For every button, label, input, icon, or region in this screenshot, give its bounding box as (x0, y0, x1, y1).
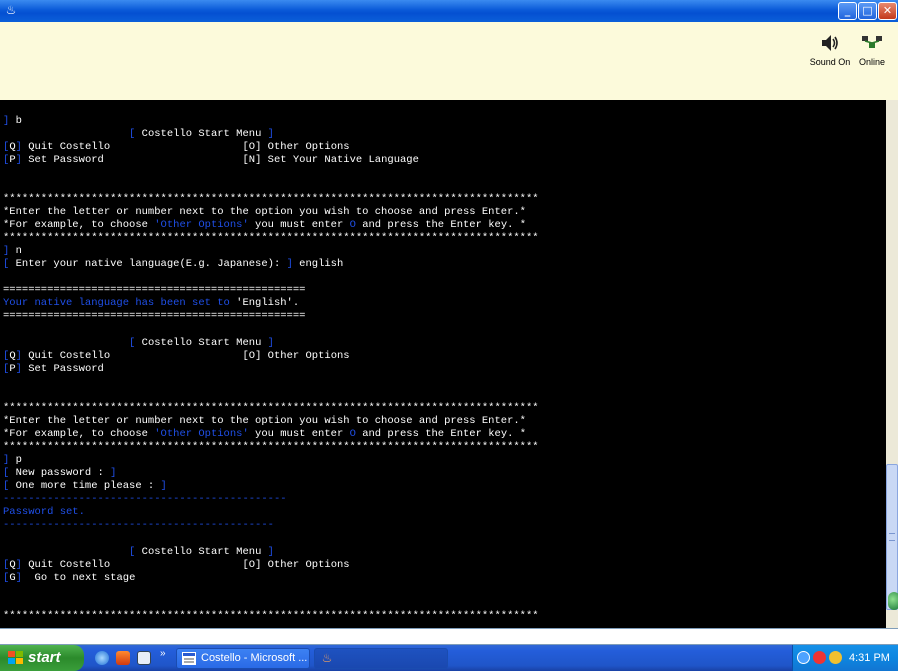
console-line: Password set. (3, 506, 85, 518)
tray-alert-icon[interactable] (829, 651, 842, 664)
console-line: [ One more time please : ] (3, 480, 167, 492)
console-line: ****************************************… (3, 441, 539, 453)
online-label: Online (858, 57, 885, 67)
console-line: [G] Go to next stage (3, 572, 136, 584)
console-line: ========================================… (3, 310, 306, 322)
tray-network-icon[interactable] (797, 651, 810, 664)
console-line: [Q] Quit Costello [O] Other Options (3, 350, 350, 362)
close-button[interactable]: ✕ (878, 2, 897, 20)
sound-label: Sound On (809, 57, 851, 67)
console-line: ] p (3, 454, 22, 466)
network-icon (862, 36, 882, 48)
console-line: Your native language has been set to 'En… (3, 297, 300, 309)
console-line: ----------------------------------------… (3, 493, 287, 505)
windows-flag-icon (8, 651, 23, 664)
maximize-button[interactable]: □ (858, 2, 877, 20)
java-cup-icon[interactable]: ♨ (4, 3, 18, 18)
taskbar-item-java[interactable]: ♨ (314, 648, 448, 669)
taskbar-item-label: Costello - Microsoft ... (201, 652, 308, 664)
console-line: [ Enter your native language(E.g. Japane… (3, 258, 344, 270)
quick-launch-more-button[interactable]: » (160, 648, 166, 659)
vertical-scrollbar[interactable] (886, 100, 898, 628)
console-line: *Enter the letter or number next to the … (3, 415, 526, 427)
console-line: [ New password : ] (3, 467, 117, 479)
globe-icon (888, 592, 898, 610)
internet-explorer-icon[interactable] (95, 651, 109, 665)
console-line: *Enter the letter or number next to the … (3, 206, 526, 218)
start-label: start (28, 649, 61, 666)
start-button[interactable]: start (0, 645, 84, 671)
scroll-grip-icon (889, 533, 895, 541)
console-line: *For example, to choose 'Other Options' … (3, 219, 527, 231)
system-tray: 4:31 PM (792, 645, 898, 671)
console-line: ] n (3, 245, 22, 257)
taskbar: start » Costello - Microsoft ... ♨ 4:31 … (0, 645, 898, 671)
console-line: ****************************************… (3, 402, 539, 414)
clock: 4:31 PM (849, 652, 890, 664)
speaker-icon (822, 35, 838, 51)
console-line: ****************************************… (3, 232, 539, 244)
console-line: ========================================… (3, 284, 306, 296)
media-player-icon[interactable] (116, 651, 130, 665)
word-doc-icon (182, 652, 196, 665)
status-panel: Sound On Online (0, 22, 898, 100)
console-output[interactable]: ] b [ Costello Start Menu ] [Q] Quit Cost… (0, 100, 886, 628)
console-line: *For example, to choose 'Other Options' … (3, 428, 527, 440)
minimize-button[interactable]: _ (838, 2, 857, 20)
command-input[interactable] (0, 628, 898, 645)
console-line: [Q] Quit Costello [O] Other Options (3, 141, 350, 153)
console-line: [ Costello Start Menu ] (129, 546, 274, 558)
taskbar-item-word[interactable]: Costello - Microsoft ... (176, 648, 310, 669)
online-status[interactable]: Online (848, 32, 896, 67)
console-line: [P] Set Password [N] Set Your Native Lan… (3, 154, 419, 166)
title-bar[interactable]: ♨ _ □ ✕ (0, 0, 898, 22)
java-cup-icon: ♨ (321, 651, 333, 665)
tray-security-icon[interactable] (813, 651, 826, 664)
console-line: [Q] Quit Costello [O] Other Options (3, 559, 350, 571)
console-line: [ Costello Start Menu ] (129, 128, 274, 140)
console-line: ****************************************… (3, 193, 539, 205)
console-line: ] b (3, 115, 22, 127)
console-line: [ Costello Start Menu ] (129, 337, 274, 349)
console-line: ****************************************… (3, 610, 539, 622)
console-line: [P] Set Password (3, 363, 104, 375)
outlook-icon[interactable] (137, 651, 151, 665)
scroll-thumb[interactable] (886, 464, 898, 610)
sound-toggle[interactable]: Sound On (806, 32, 854, 67)
console-line: ----------------------------------------… (3, 519, 274, 531)
